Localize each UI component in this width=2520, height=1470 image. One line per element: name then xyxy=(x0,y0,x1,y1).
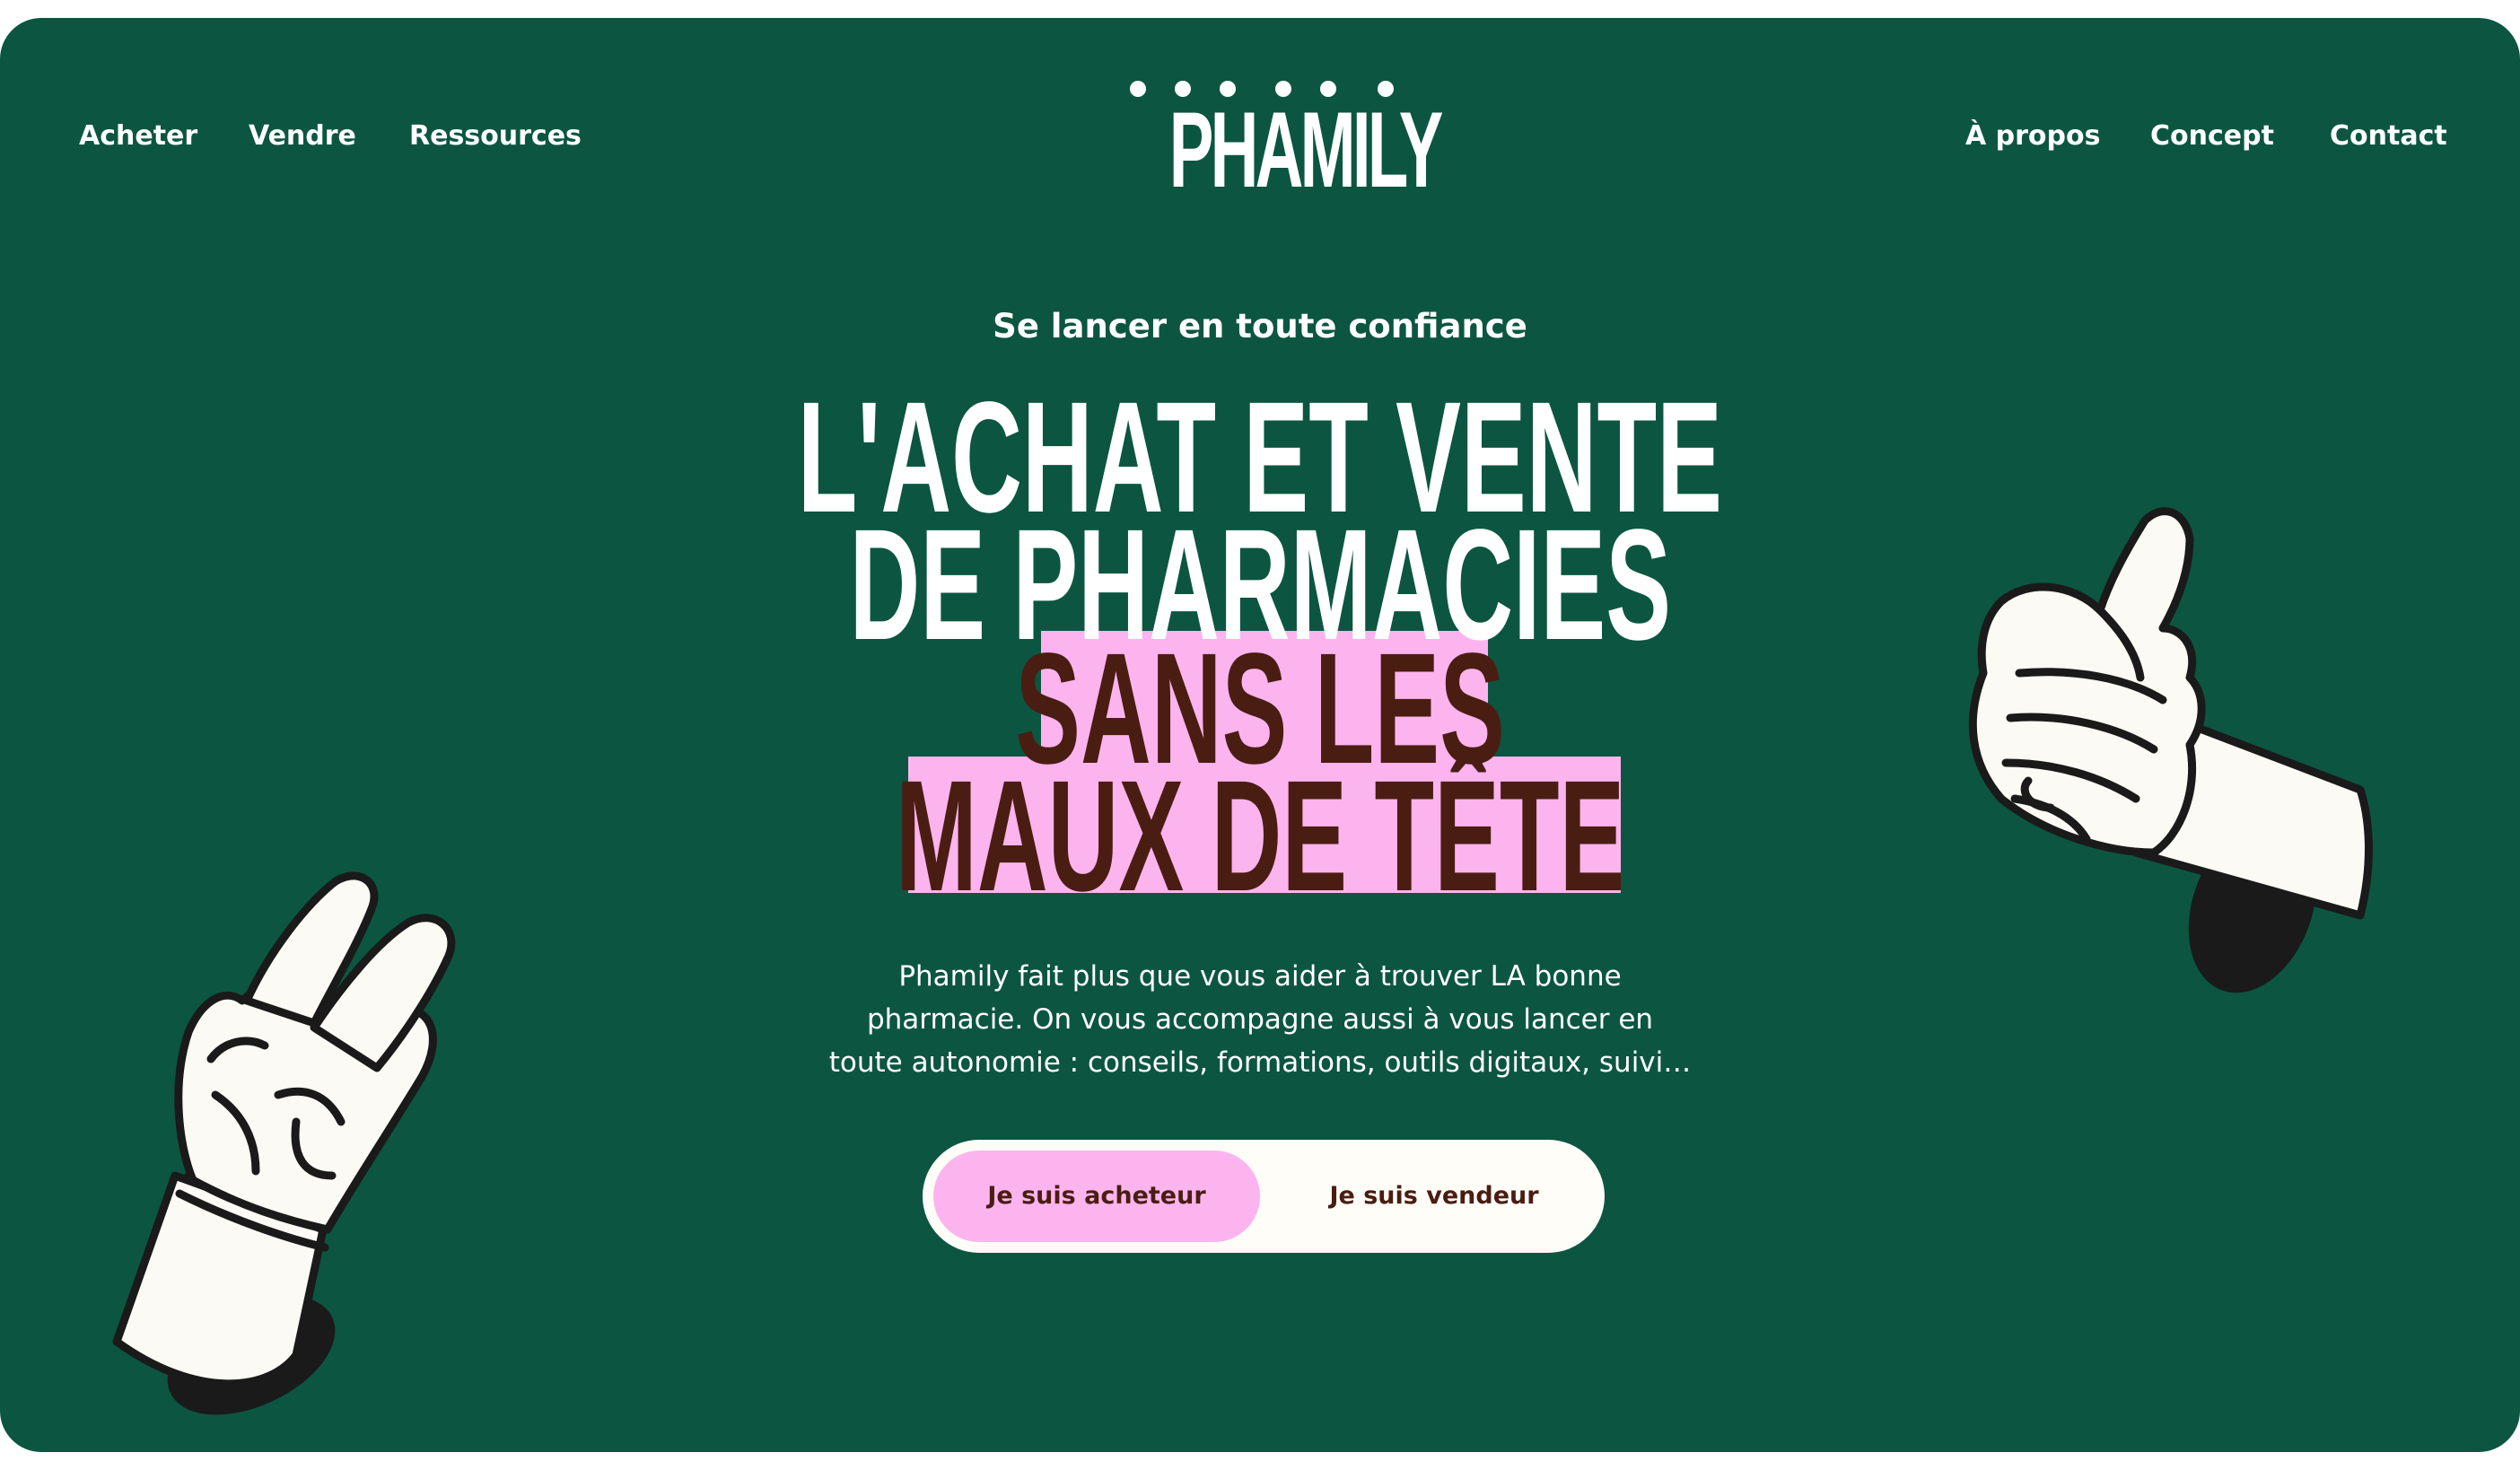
thumbs-up-hand-icon xyxy=(1968,507,2373,993)
logo-wordmark: PHAMILY xyxy=(1168,90,1444,210)
buyer-button[interactable]: Je suis acheteur xyxy=(933,1151,1260,1242)
hero-kicker: Se lancer en toute confiance xyxy=(993,307,1527,346)
seller-button[interactable]: Je suis vendeur xyxy=(1278,1151,1590,1242)
hero-panel: Acheter Vendre Ressources PHAMILY À prop… xyxy=(0,18,2520,1452)
nav-concept[interactable]: Concept xyxy=(2150,118,2274,154)
nav-a-propos[interactable]: À propos xyxy=(1965,118,2100,154)
headline-line-4: MAUX DE TÊTE xyxy=(895,748,1625,924)
nav-contact[interactable]: Contact xyxy=(2330,118,2447,154)
nav-ressources[interactable]: Ressources xyxy=(409,118,582,154)
nav-acheter[interactable]: Acheter xyxy=(79,118,197,154)
nav-vendre[interactable]: Vendre xyxy=(249,118,356,154)
role-switch: Je suis acheteur Je suis vendeur xyxy=(923,1140,1605,1253)
logo[interactable]: PHAMILY xyxy=(1113,77,1444,210)
peace-hand-icon xyxy=(112,871,456,1415)
